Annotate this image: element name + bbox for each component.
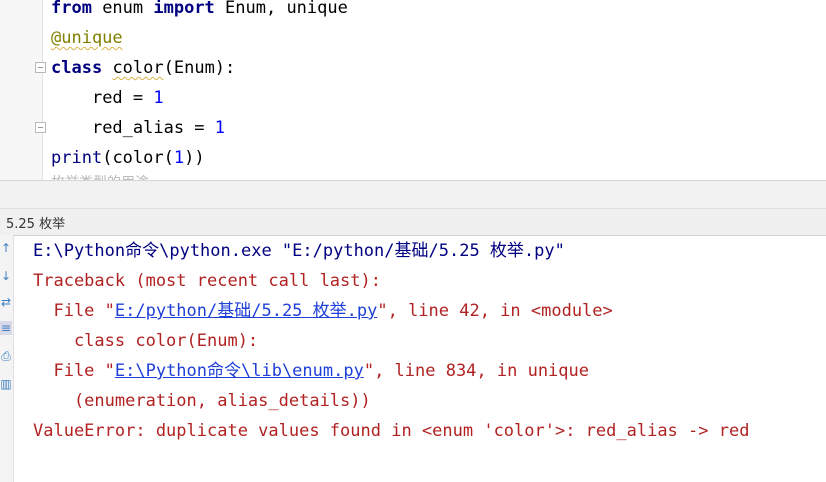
console-command-line: E:\Python命令\python.exe "E:/python/基础/5.2… [33,241,565,261]
code-line-3[interactable]: class color(Enum): [51,53,235,83]
console-traceback-line: Traceback (most recent call last): [33,271,381,291]
down-arrow-icon[interactable]: ↓ [0,269,12,283]
file-link-1[interactable]: E:/python/基础/5.25 枚举.py [115,301,377,321]
console-toolbar: ↑ ↓ ⇄ ≡ ⎙ ▥ [0,235,14,482]
code-editor[interactable]: from enum import Enum, unique @unique cl… [0,0,826,180]
console-code-line-1: class color(Enum): [33,331,259,351]
editor-splitter[interactable] [0,180,826,209]
code-line-cut: 枚举类型的用途 [51,172,149,180]
code-line-2[interactable]: @unique [51,23,123,53]
console-file-line-1: File "E:/python/基础/5.25 枚举.py", line 42,… [33,301,613,321]
code-line-5[interactable]: red_alias = 1 [51,113,225,143]
rerun-icon[interactable]: ⇄ [0,295,12,309]
console-code-line-2: (enumeration, alias_details)) [33,391,371,411]
print-icon[interactable]: ⎙ [0,349,12,363]
code-line-6[interactable]: print(color(1)) [51,143,205,173]
console-file-line-2: File "E:\Python命令\lib\enum.py", line 834… [33,361,589,381]
fold-end-marker-icon[interactable] [35,122,46,133]
fold-marker-icon[interactable] [35,62,46,73]
soft-wrap-icon[interactable]: ≡ [0,321,12,335]
up-arrow-icon[interactable]: ↑ [0,241,12,255]
code-line-1[interactable]: from enum import Enum, unique [51,0,348,23]
file-link-2[interactable]: E:\Python命令\lib\enum.py [115,361,364,381]
run-tab-strip: 5.25 枚举 [0,208,826,236]
editor-gutter [0,0,43,180]
trash-icon[interactable]: ▥ [0,377,12,391]
console-error-line: ValueError: duplicate values found in <e… [33,421,750,441]
code-line-4[interactable]: red = 1 [51,83,164,113]
run-tab-label[interactable]: 5.25 枚举 [6,213,65,232]
